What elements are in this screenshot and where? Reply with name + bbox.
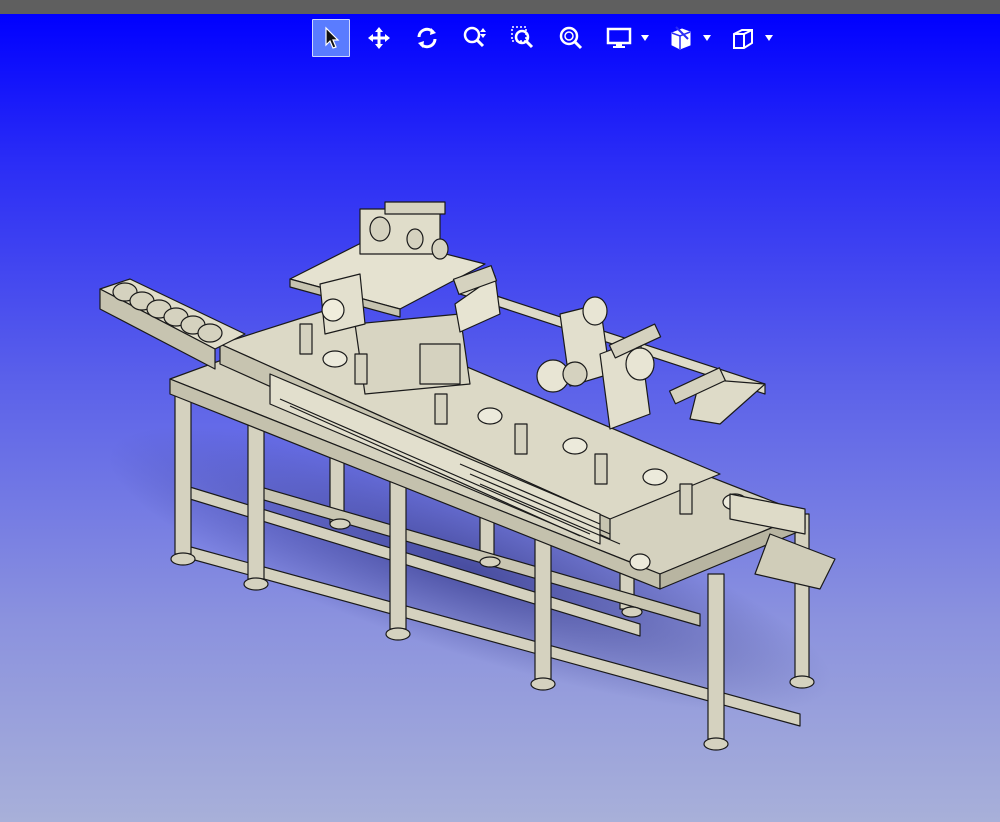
zoom-dynamic-button[interactable]	[456, 19, 494, 57]
move-arrows-icon	[368, 27, 390, 49]
cad-assembly-model[interactable]	[0, 14, 1000, 822]
section-view-button[interactable]	[662, 19, 700, 57]
standard-views-group	[724, 19, 774, 57]
zoom-fit-button[interactable]	[552, 19, 590, 57]
standard-views-dropdown-icon[interactable]	[764, 33, 774, 43]
zoom-window-button[interactable]	[504, 19, 542, 57]
display-mode-dropdown-icon[interactable]	[640, 33, 650, 43]
zoom-updown-icon	[463, 26, 486, 48]
select-tool-button[interactable]	[312, 19, 350, 57]
rotate-tool-button[interactable]	[408, 19, 446, 57]
section-cube-icon	[671, 26, 691, 50]
zoom-fit-icon	[559, 26, 583, 50]
cube-icon	[733, 29, 753, 49]
window-titlebar	[0, 0, 1000, 14]
display-mode-button[interactable]	[600, 19, 638, 57]
zoom-window-icon	[511, 26, 534, 49]
arrow-cursor-icon	[325, 26, 340, 49]
view-toolbar	[312, 18, 786, 58]
section-view-group	[662, 19, 712, 57]
rotate-icon	[417, 27, 437, 49]
section-view-dropdown-icon[interactable]	[702, 33, 712, 43]
3d-viewport[interactable]	[0, 14, 1000, 822]
display-mode-group	[600, 19, 650, 57]
monitor-icon	[606, 27, 632, 48]
pan-tool-button[interactable]	[360, 19, 398, 57]
standard-views-button[interactable]	[724, 19, 762, 57]
